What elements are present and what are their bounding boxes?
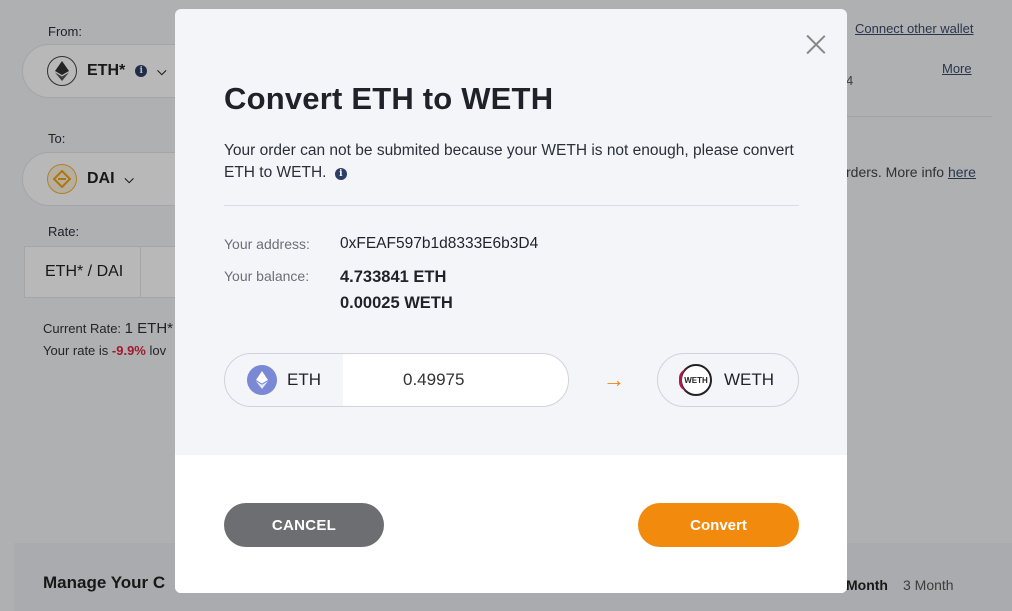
ethereum-icon bbox=[247, 365, 277, 395]
balance-weth: 0.00025 WETH bbox=[340, 294, 453, 312]
modal-description: Your order can not be submited because y… bbox=[224, 140, 804, 184]
address-value: 0xFEAF597b1d8333E6b3D4 bbox=[340, 235, 539, 252]
divider bbox=[224, 205, 799, 206]
weth-token: WETH WETH bbox=[657, 353, 799, 407]
convert-button[interactable]: Convert bbox=[638, 503, 799, 547]
eth-token-label: ETH bbox=[287, 370, 321, 389]
balance-eth: 4.733841 ETH bbox=[340, 268, 447, 286]
convert-modal: Convert ETH to WETH Your order can not b… bbox=[175, 9, 847, 593]
close-icon[interactable] bbox=[805, 33, 827, 55]
description-text: Your order can not be submited because y… bbox=[224, 142, 794, 181]
address-label: Your address: bbox=[224, 236, 310, 252]
weth-token-label: WETH bbox=[724, 370, 775, 389]
info-icon[interactable]: i bbox=[334, 168, 347, 180]
arrow-right-icon: → bbox=[603, 367, 625, 392]
weth-icon-text: WETH bbox=[684, 375, 708, 385]
eth-amount-field: ETH 0.49975 bbox=[224, 353, 569, 407]
modal-title: Convert ETH to WETH bbox=[224, 81, 554, 116]
amount-input[interactable]: 0.49975 bbox=[343, 354, 568, 406]
balance-label: Your balance: bbox=[224, 268, 310, 284]
weth-icon: WETH bbox=[679, 364, 712, 396]
eth-token: ETH bbox=[225, 365, 343, 395]
cancel-button[interactable]: CANCEL bbox=[224, 503, 384, 547]
